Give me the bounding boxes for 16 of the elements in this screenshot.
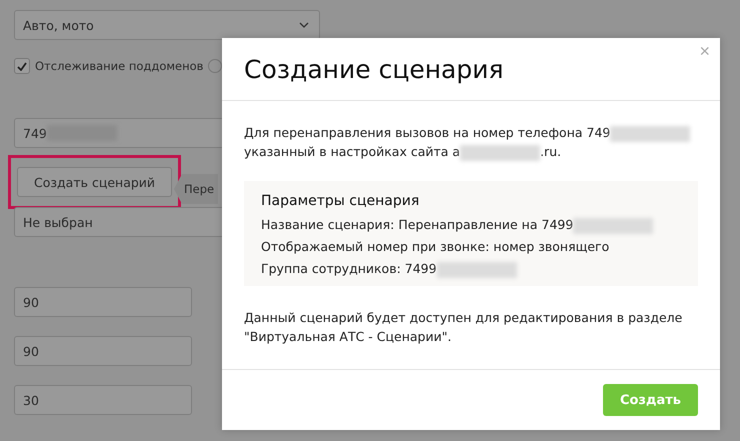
number-field[interactable]: 90 (14, 336, 192, 366)
chevron-down-icon (299, 22, 309, 28)
note-text: "Виртуальная АТС - Сценарии". (244, 328, 452, 346)
modal-title: Создание сценария (244, 54, 504, 84)
param-line: Группа сотрудников: 7499 (261, 259, 681, 278)
category-select[interactable]: Авто, мото (14, 10, 320, 40)
checkbox-label: Отслеживание поддоменов (35, 59, 204, 73)
params-title: Параметры сценария (261, 193, 420, 209)
check-icon (17, 62, 27, 70)
note-text: Данный сценарий будет доступен для редактирования в разделе (244, 309, 684, 327)
hint-tooltip: Пере (174, 174, 218, 204)
create-scenario-button[interactable]: Создать сценарий (17, 167, 172, 197)
number-field[interactable]: 90 (14, 287, 192, 317)
param-line: Отображаемый номер при звонке: номер звонящего (261, 238, 610, 256)
number-field[interactable]: 30 (14, 385, 192, 415)
subdomain-checkbox[interactable] (14, 58, 30, 74)
